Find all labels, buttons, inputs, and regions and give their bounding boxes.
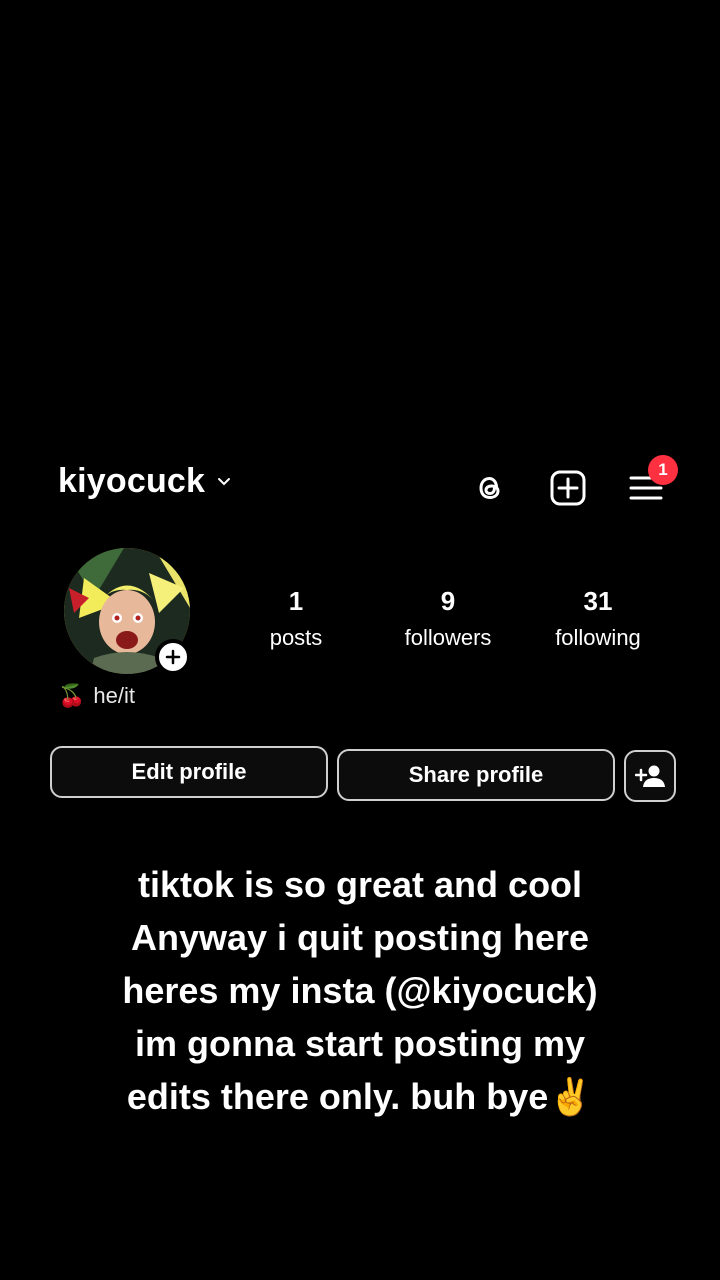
followers-stat[interactable]: 9 followers xyxy=(388,586,508,651)
chevron-down-icon xyxy=(218,477,231,485)
threads-icon xyxy=(479,476,500,500)
pronouns-text: he/it xyxy=(93,683,135,708)
add-post-icon xyxy=(550,470,586,506)
add-story-button[interactable] xyxy=(155,639,191,675)
edit-profile-button[interactable]: Edit profile xyxy=(50,746,328,798)
caption-line: im gonna start posting my xyxy=(134,1023,586,1064)
share-profile-button[interactable]: Share profile xyxy=(337,749,615,801)
notification-badge: 1 xyxy=(648,455,678,485)
followers-count: 9 xyxy=(440,586,456,616)
following-stat[interactable]: 31 following xyxy=(540,586,656,651)
caption-line: edits there only. buh bye✌️ xyxy=(126,1076,594,1117)
username-switcher[interactable]: kiyocuck xyxy=(58,462,233,501)
caption-line: tiktok is so great and cool xyxy=(137,864,583,905)
caption-line: Anyway i quit posting here xyxy=(130,917,590,958)
posts-label: posts xyxy=(269,625,323,650)
cherry-emoji: 🍒 xyxy=(58,683,86,708)
caption-line: heres my insta (@kiyocuck) xyxy=(122,970,598,1011)
followers-label: followers xyxy=(404,625,492,650)
video-caption: tiktok is so great and cool Anyway i qui… xyxy=(40,858,680,1123)
add-user-icon xyxy=(635,765,665,787)
username: kiyocuck xyxy=(58,462,206,500)
create-post-button[interactable] xyxy=(546,466,590,510)
posts-stat[interactable]: 1 posts xyxy=(246,586,346,651)
posts-count: 1 xyxy=(288,586,304,616)
following-label: following xyxy=(555,625,641,650)
plus-icon xyxy=(165,649,181,665)
bio-pronouns: 🍒 he/it xyxy=(58,683,135,709)
threads-button[interactable] xyxy=(468,466,512,510)
discover-people-button[interactable] xyxy=(624,750,676,802)
following-count: 31 xyxy=(583,586,613,616)
